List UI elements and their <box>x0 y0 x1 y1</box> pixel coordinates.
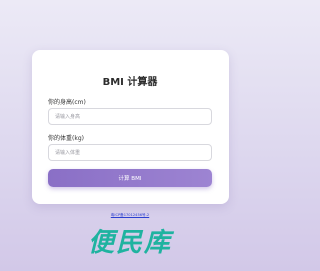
page-title: BMI 计算器 <box>102 77 158 88</box>
height-label: 你的身高(cm) <box>48 99 86 106</box>
height-input[interactable] <box>48 108 212 125</box>
weight-input[interactable] <box>48 144 212 161</box>
site-logo[interactable]: 便民库 <box>0 230 260 256</box>
calculate-bmi-button[interactable]: 计算 BMI <box>48 169 212 187</box>
weight-label: 你的体重(kg) <box>48 135 84 142</box>
icp-link[interactable]: 粤ICP备17012456号-2 <box>0 213 260 218</box>
